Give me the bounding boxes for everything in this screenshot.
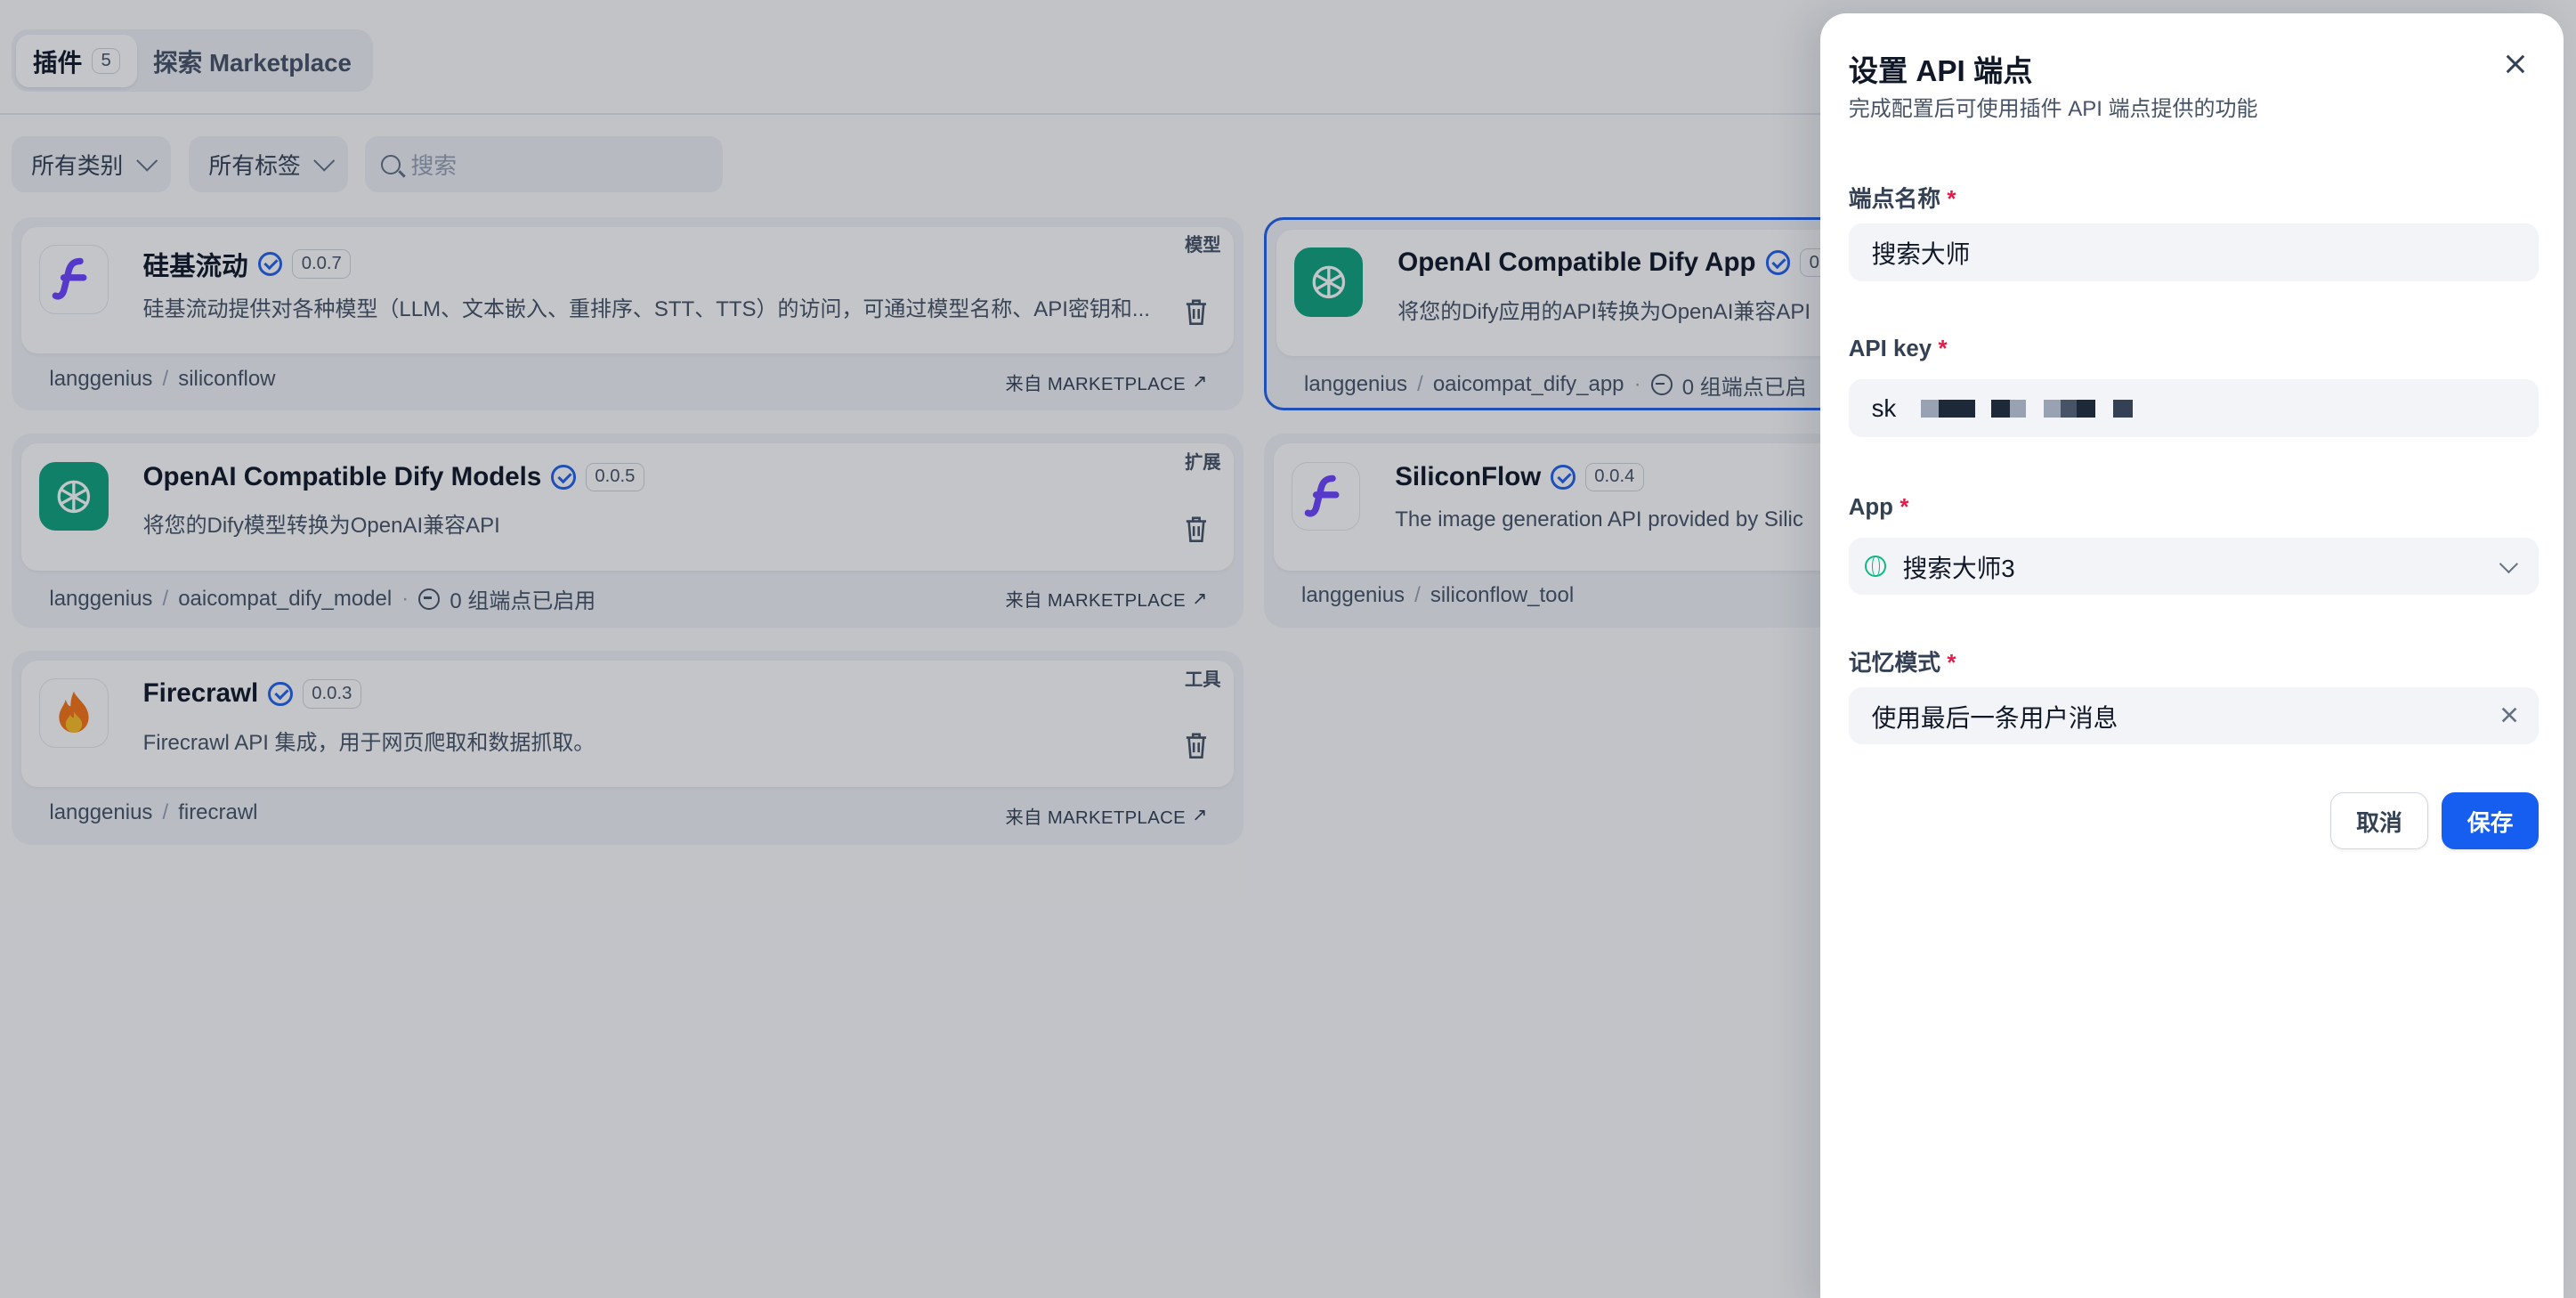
globe-icon bbox=[1865, 555, 1887, 578]
api-key-label: API key * bbox=[1848, 337, 1948, 362]
memory-mode-select[interactable]: 使用最后一条用户消息 bbox=[1848, 686, 2540, 745]
cancel-button[interactable]: 取消 bbox=[2329, 791, 2429, 850]
api-key-value: sk bbox=[1871, 393, 1897, 422]
endpoint-name-input[interactable]: 搜索大师 bbox=[1848, 223, 2540, 281]
memory-mode-label: 记忆模式 * bbox=[1848, 650, 1956, 676]
clear-icon[interactable] bbox=[2499, 705, 2519, 725]
endpoint-name-label: 端点名称 * bbox=[1848, 187, 1956, 213]
api-key-input[interactable]: sk bbox=[1848, 379, 2540, 438]
close-icon[interactable] bbox=[2504, 53, 2527, 76]
api-key-mask bbox=[1916, 399, 2133, 418]
chevron-down-icon bbox=[2499, 554, 2519, 573]
app-select[interactable]: 搜索大师3 bbox=[1848, 537, 2540, 596]
endpoint-name-value: 搜索大师 bbox=[1871, 240, 1971, 269]
drawer-title: 设置 API 端点 bbox=[1848, 54, 2033, 88]
app-select-value: 搜索大师3 bbox=[1902, 554, 2015, 582]
api-endpoint-drawer: 设置 API 端点 完成配置后可使用插件 API 端点提供的功能 端点名称 * 搜… bbox=[1820, 12, 2564, 1298]
app-label: App * bbox=[1848, 494, 1909, 520]
drawer-subtitle: 完成配置后可使用插件 API 端点提供的功能 bbox=[1848, 96, 2258, 121]
save-button[interactable]: 保存 bbox=[2442, 791, 2540, 850]
memory-mode-value: 使用最后一条用户消息 bbox=[1871, 703, 2118, 732]
